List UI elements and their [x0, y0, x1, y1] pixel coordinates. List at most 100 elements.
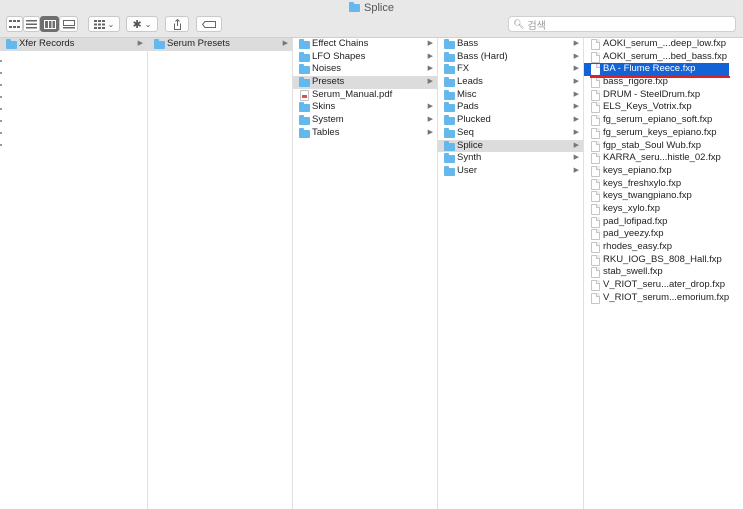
search-field[interactable]: 🔍︎ 검색	[508, 16, 736, 32]
chevron-right-icon: ▶	[573, 78, 579, 86]
file-row[interactable]: DRUM - SteelDrum.fxp	[584, 89, 729, 102]
folder-row[interactable]: User ▶	[438, 165, 583, 178]
grid-icon	[9, 19, 20, 28]
tags-button[interactable]	[196, 16, 222, 32]
file-icon	[591, 39, 600, 50]
file-icon	[591, 216, 600, 228]
folder-row[interactable]: Plucked ▶	[438, 114, 583, 127]
folder-row[interactable]: Tables ▶	[293, 127, 437, 140]
item-label: DRUM - SteelDrum.fxp	[603, 88, 701, 100]
item-label: fg_serum_epiano_soft.fxp	[603, 114, 713, 126]
folder-icon	[349, 2, 361, 12]
folder-row[interactable]: Xfer Records ▶	[0, 38, 147, 51]
item-label: Seq	[457, 126, 474, 138]
file-row[interactable]: fg_serum_epiano_soft.fxp	[584, 114, 729, 127]
item-label: V_RIOT_serum...emorium.fxp	[603, 291, 730, 303]
folder-row[interactable]: FX ▶	[438, 63, 583, 76]
folder-icon	[299, 102, 310, 113]
file-row[interactable]: pad_lofipad.fxp	[584, 216, 729, 229]
group-grid-icon	[93, 19, 105, 29]
chevron-right-icon: ▶	[427, 40, 433, 47]
folder-row[interactable]: Presets ▶	[293, 76, 437, 89]
file-icon	[591, 292, 600, 304]
file-row[interactable]: KARRA_seru...histle_02.fxp	[584, 152, 729, 165]
folder-icon	[154, 39, 165, 49]
file-row[interactable]: fg_serum_keys_epiano.fxp	[584, 127, 729, 140]
folder-row[interactable]: Noises ▶	[293, 63, 437, 76]
item-label: Noises	[312, 63, 342, 75]
item-label: Skins	[312, 101, 336, 113]
icon-view-button[interactable]	[6, 16, 23, 32]
folder-row[interactable]: LFO Shapes ▶	[293, 51, 437, 64]
folder-row[interactable]: Leads ▶	[438, 76, 583, 89]
file-row[interactable]: keys_xylo.fxp	[584, 203, 729, 216]
chevron-right-icon: ▶	[573, 166, 579, 174]
file-row[interactable]: fgp_stab_Soul Wub.fxp	[584, 140, 729, 153]
file-row[interactable]: Serum_Manual.pdf	[293, 89, 437, 102]
item-label: Misc	[457, 88, 477, 100]
item-label: Leads	[457, 76, 483, 88]
item-label: keys_xylo.fxp	[603, 202, 661, 214]
file-row[interactable]: keys_freshxylo.fxp	[584, 178, 729, 191]
file-row[interactable]: AOKI_serum_...bed_bass.fxp	[584, 51, 729, 64]
folder-icon	[444, 89, 455, 100]
folder-row[interactable]: Synth ▶	[438, 152, 583, 165]
chevron-right-icon: ▶	[137, 40, 143, 47]
file-icon	[591, 140, 600, 152]
folder-row[interactable]: Bass ▶	[438, 38, 583, 51]
tag-icon	[202, 20, 216, 28]
file-row[interactable]: ELS_Keys_Votrix.fxp	[584, 101, 729, 114]
group-by-button[interactable]: ⌄	[88, 16, 120, 32]
gear-icon: ✱	[132, 18, 142, 31]
item-label: User	[457, 164, 478, 176]
file-icon	[591, 77, 600, 89]
list-view-button[interactable]	[23, 16, 40, 32]
item-label: BA - Flume Reece.fxp	[603, 63, 696, 75]
item-label: rhodes_easy.fxp	[603, 241, 673, 252]
file-icon	[591, 267, 600, 279]
folder-row[interactable]: Effect Chains ▶	[293, 38, 437, 51]
folder-icon	[444, 165, 455, 176]
chevron-right-icon: ▶	[573, 154, 579, 162]
column-1: Xfer Records ▶	[0, 38, 148, 509]
item-label: ELS_Keys_Votrix.fxp	[603, 101, 692, 113]
chevron-right-icon: ▶	[573, 116, 579, 124]
item-label: pad_yeezy.fxp	[603, 228, 664, 240]
share-button[interactable]	[165, 16, 189, 32]
folder-row[interactable]: Bass (Hard) ▶	[438, 51, 583, 64]
action-menu-button[interactable]: ✱ ⌄	[126, 16, 158, 32]
window-title: Splice	[0, 2, 743, 14]
folder-row[interactable]: System ▶	[293, 114, 437, 127]
file-row[interactable]: rhodes_easy.fxp	[584, 241, 729, 254]
file-row[interactable]: V_RIOT_seru...ater_drop.fxp	[584, 279, 729, 292]
column-view-button[interactable]	[40, 16, 59, 32]
item-label: Serum_Manual.pdf	[312, 88, 393, 100]
folder-row[interactable]: Misc ▶	[438, 89, 583, 102]
file-row[interactable]: AOKI_serum_...deep_low.fxp	[584, 38, 729, 51]
chevron-right-icon: ▶	[573, 103, 579, 111]
file-row[interactable]: stab_swell.fxp	[584, 266, 729, 279]
chevron-right-icon: ▶	[573, 90, 579, 98]
folder-icon	[6, 39, 17, 49]
folder-row[interactable]: Splice ▶	[438, 139, 583, 153]
column-4: Bass ▶ Bass (Hard) ▶ FX ▶ Leads ▶ Misc ▶ Pads ▶ Pluc…	[438, 38, 584, 509]
folder-row[interactable]: Skins ▶	[293, 101, 437, 114]
folder-row[interactable]: Serum Presets ▶	[148, 38, 292, 51]
file-row[interactable]: RKU_IOG_BS_808_Hall.fxp	[584, 254, 729, 267]
folder-row[interactable]: Seq ▶	[438, 127, 583, 140]
file-row[interactable]: pad_yeezy.fxp	[584, 228, 729, 241]
file-row[interactable]: V_RIOT_serum...emorium.fxp	[584, 292, 729, 305]
chevron-right-icon: ▶	[573, 141, 579, 149]
item-label: Splice	[457, 139, 483, 151]
item-label: Plucked	[457, 114, 491, 126]
item-label: pad_lofipad.fxp	[603, 215, 668, 227]
column-3: Effect Chains ▶ LFO Shapes ▶ Noises ▶ Presets ▶…	[293, 38, 438, 509]
gallery-view-button[interactable]	[59, 16, 78, 32]
item-label: Synth	[457, 152, 482, 164]
file-row[interactable]: keys_epiano.fxp	[584, 165, 729, 178]
folder-row[interactable]: Pads ▶	[438, 101, 583, 114]
item-label: RKU_IOG_BS_808_Hall.fxp	[603, 253, 722, 265]
file-row[interactable]: BA - Flume Reece.fxp	[584, 63, 729, 77]
chevron-right-icon: ▶	[427, 128, 433, 136]
file-row[interactable]: keys_twangpiano.fxp	[584, 190, 729, 203]
